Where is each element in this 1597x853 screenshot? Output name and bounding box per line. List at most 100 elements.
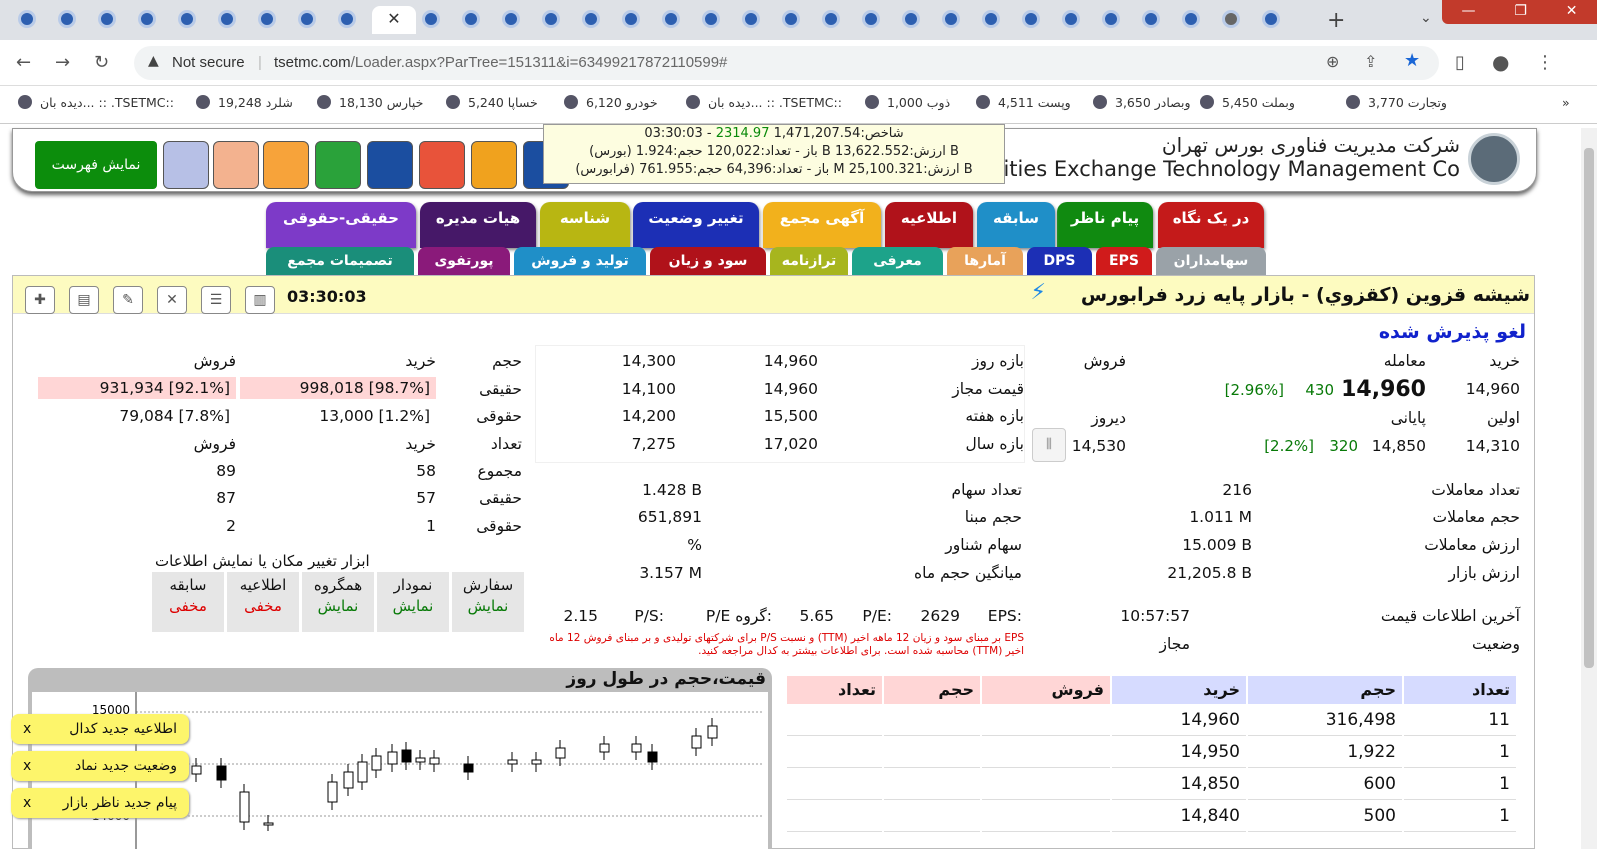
tab-identifier[interactable]: شناسه (540, 202, 630, 248)
close-icon[interactable]: x (23, 788, 31, 818)
chart-bars-icon[interactable]: ▥ (245, 286, 275, 314)
browser-tab[interactable] (178, 10, 196, 28)
browser-tab[interactable] (782, 10, 800, 28)
tab-real-legal[interactable]: حقیقی-حقوقی (266, 202, 416, 248)
scrollbar-thumb[interactable] (1584, 148, 1594, 668)
browser-tab[interactable] (58, 10, 76, 28)
globe-icon[interactable] (163, 141, 209, 189)
grid-icon[interactable] (419, 141, 465, 189)
profile-icon[interactable]: ● (1492, 50, 1509, 74)
tab-status-change[interactable]: تغییر وضعیت (633, 202, 759, 248)
bookmark-item[interactable]: دیده بان... :: .TSETMC:: (18, 95, 174, 110)
sliders-icon[interactable]: ⫼ (1032, 428, 1066, 462)
tool-history-button[interactable]: سابقه مخفی (152, 572, 224, 632)
tool-peers-button[interactable]: همگروه نمایش (302, 572, 374, 632)
browser-tab[interactable] (422, 10, 440, 28)
browser-tab[interactable] (902, 10, 920, 28)
scatter-icon[interactable]: ✕ (157, 286, 187, 314)
bookmark-star-icon[interactable]: ★ (1404, 50, 1420, 71)
tab-eps[interactable]: EPS (1096, 247, 1152, 277)
tool-announcement-button[interactable]: اطلاعیه مخفی (227, 572, 299, 632)
menu-kebab-icon[interactable]: ⋮ (1536, 52, 1554, 73)
document-icon[interactable]: ▤ (69, 286, 99, 314)
forward-icon[interactable]: → (55, 52, 70, 73)
tab-supervisor-message[interactable]: پیام ناظر (1057, 202, 1153, 248)
toast-supervisor[interactable]: x پیام جدید ناظر بازار (11, 788, 189, 818)
browser-tab[interactable] (742, 10, 760, 28)
browser-tab[interactable] (258, 10, 276, 28)
bookmark-item[interactable]: خودرو 6,120 (564, 95, 658, 110)
toast-status[interactable]: x وضعیت جدید نماد (11, 751, 189, 781)
bookmark-item[interactable]: وبصادر 3,650 (1093, 95, 1191, 110)
tab-profit-loss[interactable]: سود و زیان (650, 247, 766, 277)
tab-at-a-glance[interactable]: در یک نگاه (1158, 202, 1264, 248)
tab-introduction[interactable]: معرفی (852, 247, 943, 277)
show-list-button[interactable]: نمایش فهرست (35, 141, 157, 189)
zoom-icon[interactable]: ⊕ (1326, 52, 1339, 71)
tab-search-chevron-icon[interactable]: ⌄ (1420, 10, 1432, 26)
new-tab-icon[interactable]: + (1327, 8, 1345, 33)
browser-tab[interactable] (1142, 10, 1160, 28)
url-text[interactable]: tsetmc.com/Loader.aspx?ParTree=151311&i=… (274, 54, 727, 71)
tab-announcement[interactable]: اطلاعیه (885, 202, 973, 248)
browser-tab[interactable] (942, 10, 960, 28)
table-icon[interactable] (263, 141, 309, 189)
restore-icon[interactable]: ❐ (1514, 0, 1527, 24)
browser-tab[interactable] (502, 10, 520, 28)
browser-tab[interactable] (1262, 10, 1280, 28)
message-icon[interactable] (471, 141, 517, 189)
reload-icon[interactable]: ↻ (94, 52, 109, 73)
browser-tab[interactable] (582, 10, 600, 28)
bookmark-item[interactable]: خساپا 5,240 (446, 95, 538, 110)
browser-tab[interactable] (138, 10, 156, 28)
report-icon[interactable] (367, 141, 413, 189)
browser-tab[interactable] (622, 10, 640, 28)
browser-tab[interactable] (98, 10, 116, 28)
browser-tab[interactable] (18, 10, 36, 28)
search-icon[interactable] (315, 141, 361, 189)
browser-tab[interactable] (218, 10, 236, 28)
bookmark-item[interactable]: خپارس 18,130 (317, 95, 423, 110)
tab-production-sales[interactable]: تولید و فروش (514, 247, 646, 277)
tab-dps[interactable]: DPS (1027, 247, 1092, 277)
browser-tab[interactable] (1102, 10, 1120, 28)
sidepanel-icon[interactable]: ▯ (1455, 52, 1465, 73)
browser-tab[interactable] (298, 10, 316, 28)
warning-icon[interactable]: ▲ (148, 53, 159, 69)
back-icon[interactable]: ← (16, 52, 31, 73)
home-icon[interactable] (213, 141, 259, 189)
tab-shareholders[interactable]: سهامداران (1156, 247, 1266, 277)
edit-icon[interactable]: ✎ (113, 286, 143, 314)
browser-tab[interactable] (1062, 10, 1080, 28)
active-tab-close-icon[interactable]: ✕ (372, 6, 416, 34)
bookmark-item[interactable]: وبملت 5,450 (1200, 95, 1295, 110)
security-label[interactable]: Not secure (172, 54, 245, 71)
bookmark-item[interactable]: دیده بان... :: .TSETMC:: (686, 95, 842, 110)
tool-order-button[interactable]: سفارش نمایش (452, 572, 524, 632)
browser-tab[interactable] (338, 10, 356, 28)
browser-tab[interactable] (1222, 10, 1240, 28)
tab-assembly-decisions[interactable]: تصمیمات مجمع (266, 247, 414, 277)
browser-tab[interactable] (982, 10, 1000, 28)
close-icon[interactable]: x (23, 714, 31, 744)
tab-assembly-notice[interactable]: آگهی مجمع (763, 202, 881, 248)
browser-tab[interactable] (1022, 10, 1040, 28)
browser-tab[interactable] (462, 10, 480, 28)
close-window-icon[interactable]: ✕ (1566, 0, 1578, 24)
tab-balance-sheet[interactable]: ترازنامه (770, 247, 848, 277)
tab-board[interactable]: هیات مدیره (420, 202, 536, 248)
tab-portfolio[interactable]: پورتفوی (418, 247, 510, 277)
tool-chart-button[interactable]: نمودار نمایش (377, 572, 449, 632)
add-icon[interactable]: ✚ (25, 286, 55, 314)
browser-tab[interactable] (542, 10, 560, 28)
bookmarks-more-icon[interactable]: » (1562, 95, 1570, 110)
browser-tab[interactable] (822, 10, 840, 28)
bookmark-item[interactable]: ذوب 1,000 (865, 95, 950, 110)
close-icon[interactable]: x (23, 751, 31, 781)
url-input[interactable]: ▲ Not secure | tsetmc.com/Loader.aspx?Pa… (134, 46, 1439, 80)
tab-statistics[interactable]: آمارها (947, 247, 1023, 277)
tab-history[interactable]: سابقه (977, 202, 1055, 248)
bookmark-item[interactable]: وتجارت 3,770 (1346, 95, 1447, 110)
browser-tab[interactable] (702, 10, 720, 28)
bookmark-item[interactable]: شلرد 19,248 (196, 95, 293, 110)
